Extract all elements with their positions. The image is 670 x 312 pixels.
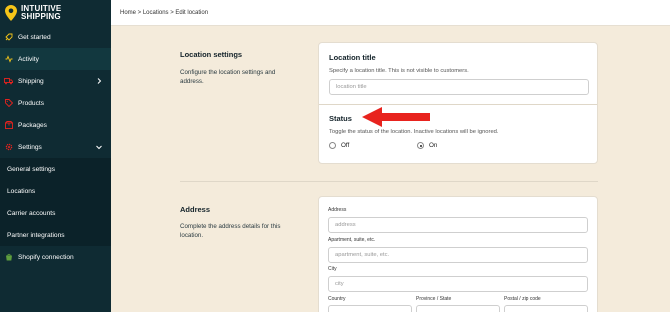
location-title-input[interactable]: location title <box>329 79 589 95</box>
postal-label: Postal / zip code <box>504 296 541 302</box>
sidebar-item-shopify-connection[interactable]: Shopify connection <box>0 246 111 268</box>
activity-icon <box>4 55 13 64</box>
apartment-label: Apartment, suite, etc. <box>328 237 376 243</box>
postal-input[interactable] <box>504 305 588 312</box>
shopify-icon <box>4 253 13 262</box>
breadcrumb[interactable]: Home > Locations > Edit location <box>120 10 208 16</box>
section-divider <box>180 181 598 182</box>
location-title-heading: Location title <box>329 53 376 62</box>
sidebar-subitem-carrier-accounts[interactable]: Carrier accounts <box>0 202 111 224</box>
chevron-right-icon <box>97 78 102 84</box>
location-settings-card: Location title Specify a location title.… <box>318 42 598 164</box>
city-label: City <box>328 266 337 272</box>
sidebar-item-packages[interactable]: Packages <box>0 114 111 136</box>
location-pin-icon <box>5 5 17 21</box>
box-icon <box>4 121 13 130</box>
country-label: Country <box>328 296 346 302</box>
status-heading: Status <box>329 114 352 123</box>
status-on-radio[interactable]: On <box>417 142 437 149</box>
brand-name: INTUITIVE SHIPPING <box>21 4 62 21</box>
rocket-icon <box>4 33 13 42</box>
address-card: Address address Apartment, suite, etc. a… <box>318 196 598 312</box>
sidebar-subitem-locations[interactable]: Locations <box>0 180 111 202</box>
apartment-input[interactable]: apartment, suite, etc. <box>328 247 588 263</box>
gear-icon <box>4 143 13 152</box>
province-label: Province / State <box>416 296 452 302</box>
address-heading: Address <box>180 205 211 214</box>
card-divider <box>319 104 597 105</box>
sidebar-item-activity[interactable]: Activity <box>0 48 111 70</box>
status-off-radio[interactable]: Off <box>329 142 349 149</box>
address-label: Address <box>328 207 347 213</box>
tag-icon <box>4 99 13 108</box>
sidebar-item-products[interactable]: Products <box>0 92 111 114</box>
country-select[interactable] <box>328 305 412 312</box>
top-bar: Home > Locations > Edit location <box>111 0 670 26</box>
sidebar-item-get-started[interactable]: Get started <box>0 26 111 48</box>
sidebar-item-settings[interactable]: Settings <box>0 136 111 158</box>
status-help: Toggle the status of the location. Inact… <box>329 129 499 135</box>
brand-logo[interactable]: INTUITIVE SHIPPING <box>0 0 111 26</box>
location-settings-heading: Location settings <box>180 50 243 59</box>
province-select[interactable] <box>416 305 500 312</box>
sidebar: INTUITIVE SHIPPING Get started Activity … <box>0 0 111 312</box>
radio-circle <box>329 142 336 149</box>
address-description: Complete the address details for this lo… <box>180 223 281 239</box>
location-title-help: Specify a location title. This is not vi… <box>329 68 469 74</box>
red-arrow-annotation <box>362 107 430 127</box>
sidebar-subitem-general-settings[interactable]: General settings <box>0 158 111 180</box>
address-input[interactable]: address <box>328 217 588 233</box>
city-input[interactable]: city <box>328 276 588 292</box>
chevron-down-icon <box>96 145 102 150</box>
truck-icon <box>4 77 13 86</box>
location-settings-description: Configure the location settings and addr… <box>180 69 276 85</box>
sidebar-subitem-partner-integrations[interactable]: Partner integrations <box>0 224 111 246</box>
settings-submenu: General settings Locations Carrier accou… <box>0 158 111 246</box>
sidebar-item-shipping[interactable]: Shipping <box>0 70 111 92</box>
radio-circle-checked <box>417 142 424 149</box>
